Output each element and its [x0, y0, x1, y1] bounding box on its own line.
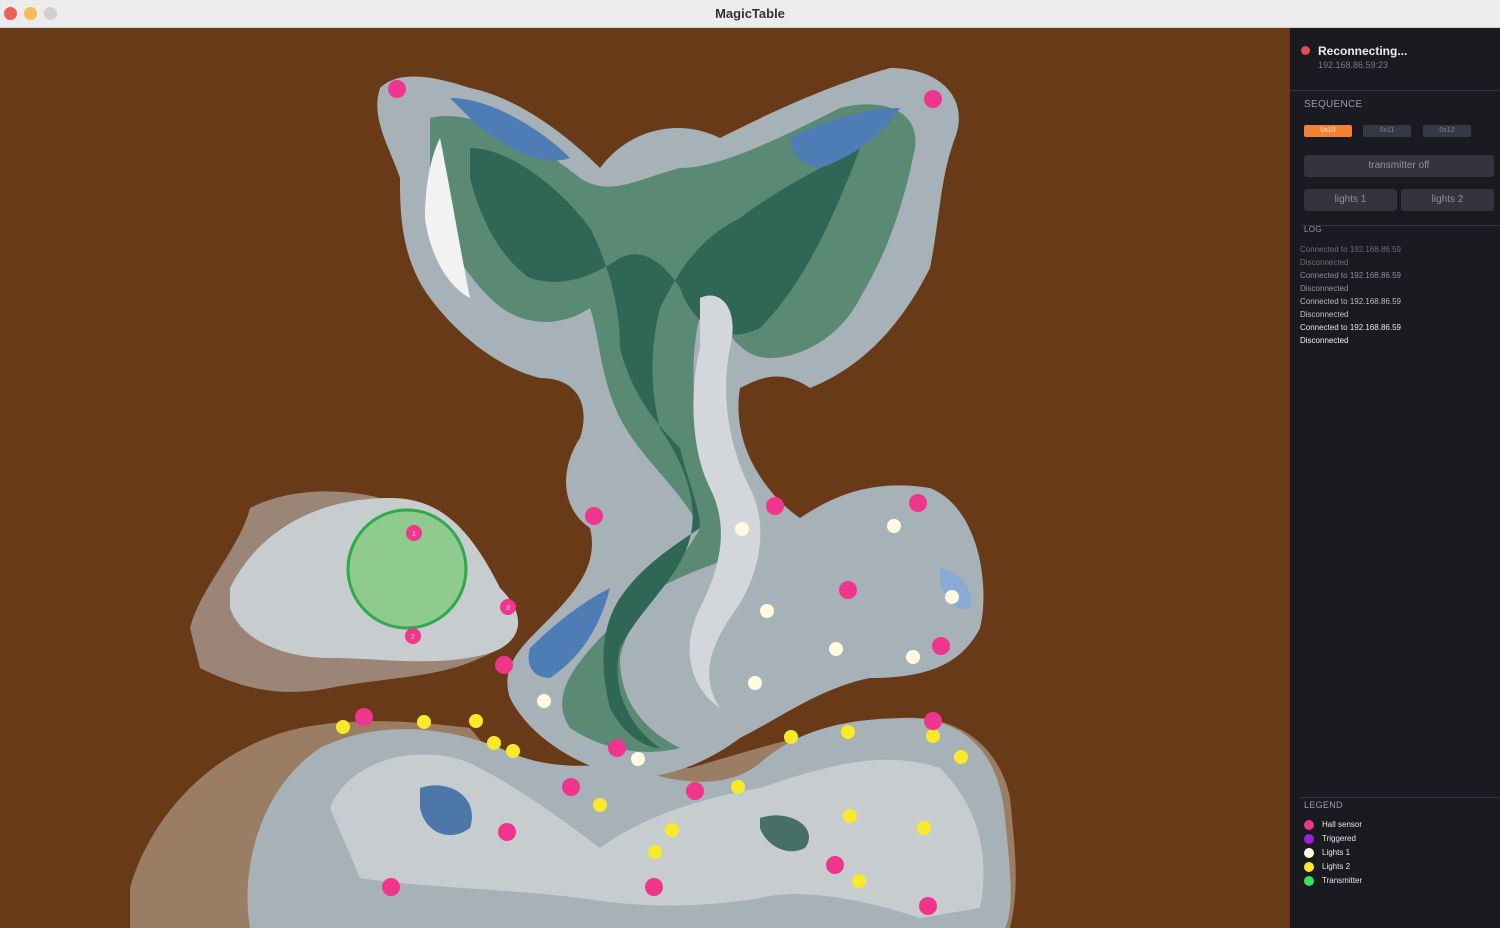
light-2-marker — [665, 823, 679, 837]
legend-item-label: Triggered — [1322, 834, 1356, 843]
legend-swatch-icon — [1304, 820, 1314, 830]
legend-swatch-icon — [1304, 862, 1314, 872]
hall-sensor-marker[interactable] — [909, 494, 927, 512]
hall-sensor-marker[interactable] — [839, 581, 857, 599]
divider — [1300, 797, 1500, 798]
sequence-button-0x11[interactable]: 0x11 — [1363, 125, 1411, 137]
log-line: Disconnected — [1300, 258, 1349, 267]
light-1-marker — [748, 676, 762, 690]
light-2-marker — [648, 845, 662, 859]
hall-sensor-marker[interactable] — [932, 637, 950, 655]
hall-sensor-number: 1 — [412, 531, 416, 538]
hall-sensor-marker[interactable] — [924, 90, 942, 108]
lights-2-button[interactable]: lights 2 — [1401, 189, 1494, 211]
light-2-marker — [784, 730, 798, 744]
connection-address: 192.168.86.59:23 — [1318, 60, 1389, 70]
sequence-label: SEQUENCE — [1304, 99, 1363, 110]
log-line: Connected to 192.168.86.59 — [1300, 297, 1401, 306]
hall-sensor-marker[interactable] — [766, 497, 784, 515]
light-2-marker — [954, 750, 968, 764]
hall-sensor-marker[interactable] — [645, 878, 663, 896]
log-line: Disconnected — [1300, 284, 1349, 293]
light-2-marker — [417, 715, 431, 729]
light-1-marker — [537, 694, 551, 708]
hall-sensor-number: 2 — [411, 634, 415, 641]
log-line: Connected to 192.168.86.59 — [1300, 323, 1401, 332]
hall-sensor-marker[interactable] — [355, 708, 373, 726]
log-line: Connected to 192.168.86.59 — [1300, 245, 1401, 254]
divider — [1290, 90, 1500, 91]
hall-sensor-marker[interactable] — [924, 712, 942, 730]
legend-item-label: Lights 2 — [1322, 862, 1351, 871]
divider — [1302, 225, 1500, 226]
log-line: Disconnected — [1300, 310, 1349, 319]
legend-swatch-icon — [1304, 876, 1314, 886]
side-panel: Reconnecting... 192.168.86.59:23 SEQUENC… — [1290, 28, 1500, 928]
light-1-marker — [829, 642, 843, 656]
legend-item-label: Lights 1 — [1322, 848, 1351, 857]
title-bar: MagicTable — [0, 0, 1500, 28]
hall-sensor-marker[interactable] — [826, 856, 844, 874]
legend-item-label: Transmitter — [1322, 876, 1363, 885]
light-1-marker — [887, 519, 901, 533]
hall-sensor-marker[interactable] — [562, 778, 580, 796]
light-1-marker — [735, 522, 749, 536]
light-2-marker — [852, 874, 866, 888]
light-1-marker — [760, 604, 774, 618]
legend-item-label: Hall sensor — [1322, 820, 1363, 829]
log-line: Disconnected — [1300, 336, 1349, 345]
sequence-button-0x10[interactable]: 0x10 — [1304, 125, 1352, 137]
transmitter-zone — [346, 508, 468, 630]
hall-sensor-marker[interactable] — [585, 507, 603, 525]
connection-status-icon — [1301, 46, 1310, 55]
hall-sensor-marker[interactable] — [919, 897, 937, 915]
sequence-button-0x12[interactable]: 0x12 — [1423, 125, 1471, 137]
transmitter-toggle-button[interactable]: transmitter off — [1304, 155, 1494, 177]
light-1-marker — [631, 752, 645, 766]
hall-sensor-marker[interactable] — [388, 80, 406, 98]
map-canvas: 1 2 3 — [130, 68, 1016, 928]
table-map[interactable]: 1 2 3 — [0, 28, 1290, 928]
light-2-marker — [917, 821, 931, 835]
light-2-marker — [336, 720, 350, 734]
legend-swatch-icon — [1304, 848, 1314, 858]
legend-swatch-icon — [1304, 834, 1314, 844]
log-line: Connected to 192.168.86.59 — [1300, 271, 1401, 280]
window-title: MagicTable — [715, 6, 785, 21]
light-1-marker — [906, 650, 920, 664]
light-2-marker — [841, 725, 855, 739]
light-2-marker — [843, 809, 857, 823]
hall-sensor-marker[interactable] — [498, 823, 516, 841]
light-2-marker — [506, 744, 520, 758]
hall-sensor-marker[interactable] — [686, 782, 704, 800]
hall-sensor-marker[interactable] — [495, 656, 513, 674]
hall-sensor-marker[interactable] — [608, 739, 626, 757]
light-2-marker — [469, 714, 483, 728]
light-2-marker — [926, 729, 940, 743]
connection-status: Reconnecting... — [1318, 44, 1408, 58]
light-1-marker — [945, 590, 959, 604]
legend-label: LEGEND — [1304, 800, 1343, 810]
log-label: LOG — [1304, 225, 1322, 234]
hall-sensor-marker[interactable] — [382, 878, 400, 896]
hall-sensor-number: 3 — [506, 605, 510, 612]
light-2-marker — [731, 780, 745, 794]
light-2-marker — [487, 736, 501, 750]
lights-1-button[interactable]: lights 1 — [1304, 189, 1397, 211]
light-2-marker — [593, 798, 607, 812]
